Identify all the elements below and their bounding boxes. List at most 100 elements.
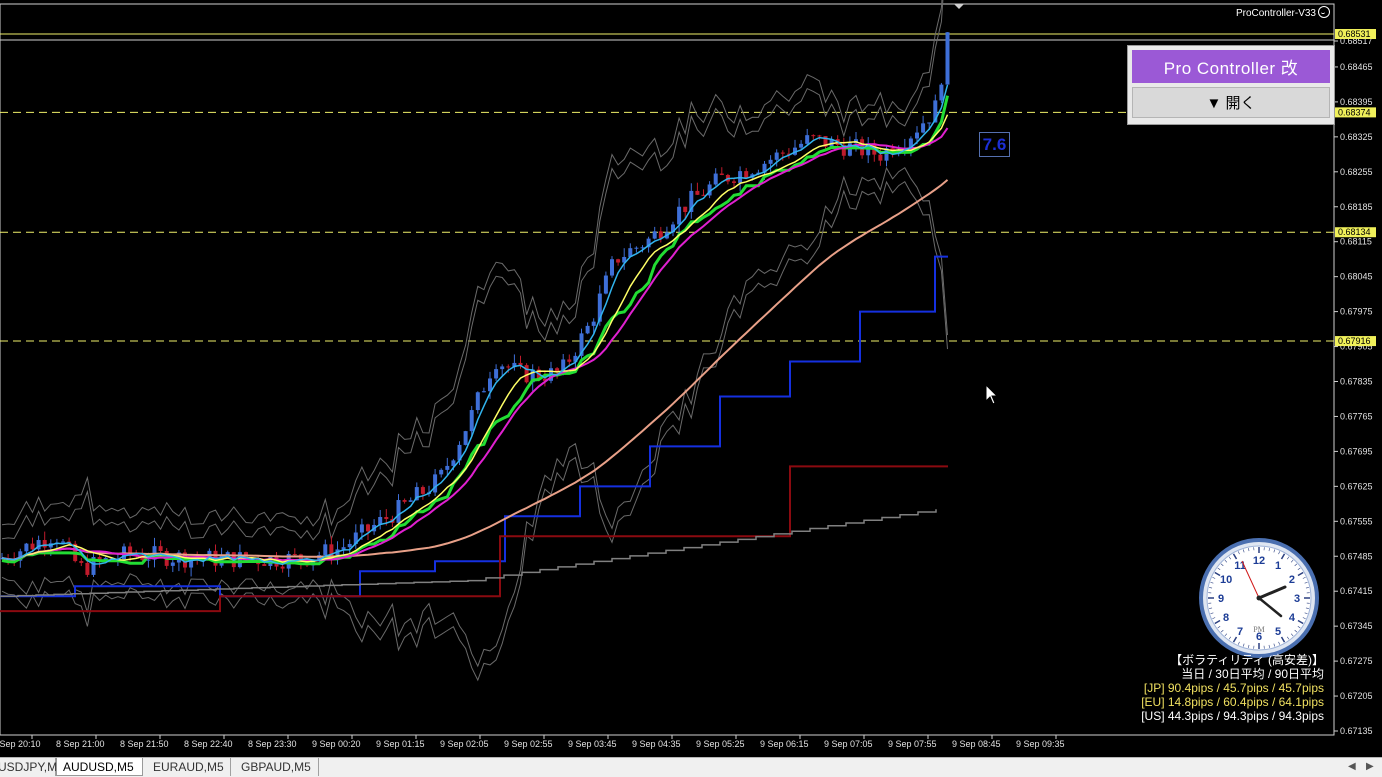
analog-clock: 121234567891011PM [1201,540,1317,656]
candle-body [653,231,657,238]
candle-body [293,554,297,555]
candle-body [403,500,407,502]
candle-body [634,248,638,249]
candle-body [85,563,89,575]
candle-body [744,171,748,178]
clock-number: 7 [1237,626,1243,638]
tab-audusd[interactable]: AUDUSD,M5 [56,758,143,776]
clock-center [1257,596,1262,601]
candle-body [506,366,510,367]
level-label: 0.68374 [1338,107,1371,117]
time-label: 9 Sep 00:20 [312,739,361,749]
candle-body [677,207,681,225]
price-label: 0.67625 [1340,481,1373,491]
pro-controller-title[interactable]: Pro Controller 改 [1132,50,1330,83]
candle-body [695,191,699,195]
clock-number: 9 [1218,593,1224,605]
pro-controller-panel: Pro Controller 改 ▼ 開く [1127,45,1335,125]
candle-body [323,544,327,555]
candle-body [421,487,425,494]
candle-body [281,567,285,569]
candle-body [470,410,474,431]
price-label: 0.68185 [1340,202,1373,212]
chart-tabs: USDJPY,M5 AUDUSD,M5 EURAUD,M5 GBPAUD,M5 … [0,757,1382,777]
open-button[interactable]: ▼ 開く [1132,87,1330,118]
time-label: 9 Sep 04:35 [632,739,681,749]
time-label: 9 Sep 05:25 [696,739,745,749]
tab-usdjpy[interactable]: USDJPY,M5 [0,758,56,776]
tab-scroll-left-icon[interactable]: ◀ [1348,758,1356,776]
volatility-eu: [EU] 14.8pips / 60.4pips / 64.1pips [1141,695,1324,709]
price-label: 0.68325 [1340,132,1373,142]
candle-body [409,500,413,502]
candle-body [43,540,47,547]
candle-body [159,546,163,551]
candle-body [61,542,65,543]
time-label: 9 Sep 08:45 [952,739,1001,749]
price-label: 0.67345 [1340,621,1373,631]
candle-body [342,547,346,549]
price-label: 0.68465 [1340,62,1373,72]
candle-body [683,207,687,212]
candle-body [567,359,571,361]
tab-gbpaud[interactable]: GBPAUD,M5 [235,758,319,776]
time-label: 9 Sep 06:15 [760,739,809,749]
candle-body [433,474,437,492]
price-label: 0.67555 [1340,516,1373,526]
tab-euraud[interactable]: EURAUD,M5 [147,758,231,776]
candle-body [811,135,815,136]
candle-body [604,276,608,294]
clock-number: 2 [1289,574,1295,586]
candle-body [915,133,919,139]
level-label: 0.68531 [1338,29,1371,39]
candle-body [616,259,620,262]
volatility-panel: 【ボラティリティ (高安差)】 当日 / 30日平均 / 90日平均 [JP] … [1141,653,1324,723]
candle-body [714,174,718,185]
mouse-cursor-icon [985,384,999,406]
candle-body [732,181,736,182]
candle-body [31,544,35,550]
candle-body [397,500,401,523]
candle-body [494,369,498,378]
candle-body [262,564,266,566]
time-label: 9 Sep 09:35 [1016,739,1065,749]
price-label: 0.67485 [1340,551,1373,561]
clock-number: 5 [1275,626,1281,638]
time-label: 9 Sep 01:15 [376,739,425,749]
time-label: 9 Sep 07:05 [824,739,873,749]
clock-ampm: PM [1253,625,1265,634]
candle-body [592,322,596,326]
candle-body [439,470,443,475]
candle-body [817,135,821,136]
spread-box: 7.6 [979,132,1010,157]
candle-body [445,466,449,470]
candle-body [878,155,882,161]
price-label: 0.67695 [1340,446,1373,456]
candle-body [927,122,931,123]
time-label: 8 Sep 20:10 [0,739,41,749]
time-label: 9 Sep 03:45 [568,739,617,749]
price-label: 0.67135 [1340,726,1373,736]
candle-body [482,391,486,392]
volatility-jp: [JP] 90.4pips / 45.7pips / 45.7pips [1141,681,1324,695]
price-label: 0.67205 [1340,691,1373,701]
candle-body [360,524,364,532]
candle-body [805,135,809,144]
price-axis: 0.685170.684650.683950.683250.682550.681… [1334,29,1376,736]
candle-body [610,259,614,275]
candle-body [348,544,352,547]
time-label: 9 Sep 07:55 [888,739,937,749]
time-label: 9 Sep 02:55 [504,739,553,749]
candle-body [79,561,83,563]
clock-number: 8 [1223,612,1229,624]
time-label: 8 Sep 21:00 [56,739,105,749]
clock-number: 3 [1294,593,1300,605]
price-label: 0.68255 [1340,167,1373,177]
candle-body [500,366,504,369]
volatility-us: [US] 44.3pips / 94.3pips / 94.3pips [1141,709,1324,723]
candle-body [366,524,370,531]
tab-scroll-right-icon[interactable]: ▶ [1366,758,1374,776]
clock-number: 4 [1289,612,1296,624]
price-label: 0.67275 [1340,656,1373,666]
candle-body [24,544,28,552]
